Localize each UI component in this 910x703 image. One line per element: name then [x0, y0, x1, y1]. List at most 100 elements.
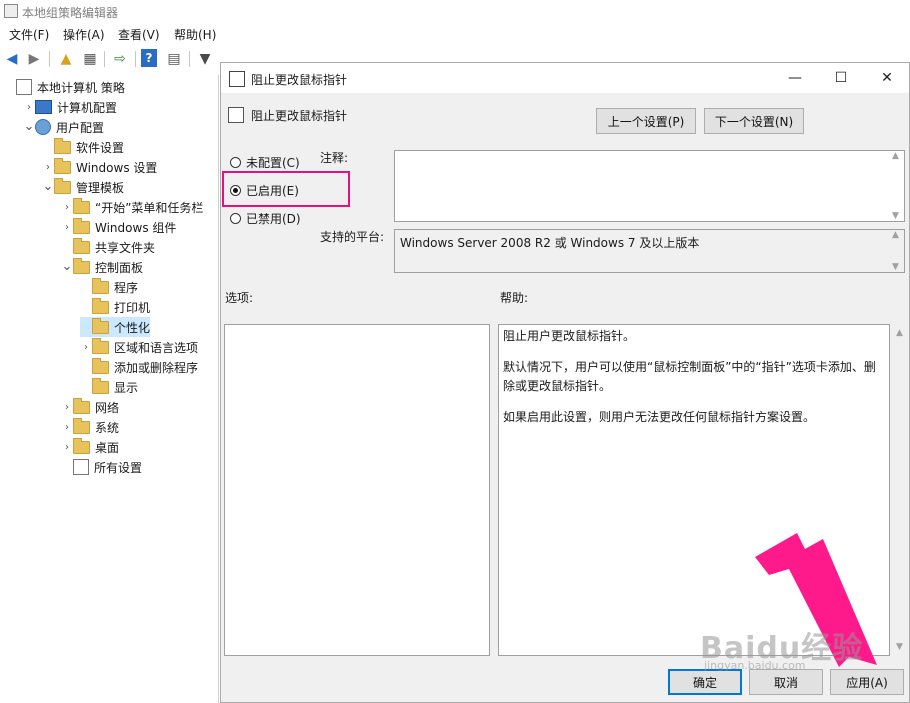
- expand-chevron-icon[interactable]: ›: [61, 442, 73, 453]
- help-paragraph: 如果启用此设置，则用户无法更改任何鼠标指针方案设置。: [503, 410, 816, 424]
- main-title-bar: 本地组策略编辑器: [0, 0, 910, 22]
- next-setting-button[interactable]: 下一个设置(N): [704, 108, 804, 134]
- previous-setting-button[interactable]: 上一个设置(P): [596, 108, 696, 134]
- tree-item[interactable]: › 计算机配置: [23, 97, 117, 117]
- policy-icon: [16, 79, 32, 95]
- tree-item-label: 计算机配置: [57, 100, 118, 115]
- folder-icon: [54, 157, 71, 174]
- supported-scrollbar[interactable]: ▲ ▼: [887, 230, 904, 272]
- options-label: 选项:: [225, 291, 254, 305]
- minimize-button[interactable]: —: [772, 63, 818, 93]
- tree-item-label: 控制面板: [95, 260, 144, 275]
- setting-name: 阻止更改鼠标指针: [251, 109, 348, 123]
- menu-help[interactable]: 帮助(H): [174, 26, 216, 43]
- help-icon[interactable]: ?: [141, 49, 157, 67]
- tree-item[interactable]: › 区域和语言选项: [80, 337, 198, 357]
- apply-button[interactable]: 应用(A): [830, 669, 904, 695]
- filter-icon[interactable]: ▼: [195, 49, 215, 69]
- menu-view[interactable]: 查看(V): [118, 26, 160, 43]
- tree-item[interactable]: 软件设置: [42, 137, 124, 157]
- options-panel: [224, 324, 490, 656]
- close-button[interactable]: ✕: [864, 63, 910, 93]
- tree-item-label: 添加或删除程序: [114, 360, 199, 375]
- supported-platforms-text: Windows Server 2008 R2 或 Windows 7 及以上版本: [400, 236, 700, 250]
- tree-item[interactable]: 共享文件夹: [61, 237, 155, 257]
- tree-item[interactable]: › Windows 设置: [42, 157, 157, 177]
- folder-icon: [73, 237, 90, 254]
- collapse-chevron-icon[interactable]: ⌄: [23, 120, 35, 133]
- back-icon[interactable]: ◀: [2, 49, 22, 69]
- tree-item[interactable]: › 网络: [61, 397, 119, 417]
- comment-scrollbar[interactable]: ▲ ▼: [887, 151, 904, 221]
- up-folder-icon[interactable]: ▲: [56, 49, 76, 69]
- menu-action[interactable]: 操作(A): [63, 26, 105, 43]
- expand-chevron-icon[interactable]: ›: [80, 342, 92, 353]
- tree-item[interactable]: ⌄ 管理模板: [42, 177, 124, 197]
- collapse-chevron-icon[interactable]: ⌄: [61, 260, 73, 273]
- toolbar-separator: [189, 51, 190, 67]
- collapse-chevron-icon[interactable]: ⌄: [42, 180, 54, 193]
- tree-item[interactable]: 添加或删除程序: [80, 357, 198, 377]
- computer-icon: [35, 100, 52, 114]
- cancel-button[interactable]: 取消: [749, 669, 823, 695]
- toolbar-separator: [104, 51, 105, 67]
- menu-file[interactable]: 文件(F): [9, 26, 49, 43]
- tree-item-label: 用户配置: [56, 120, 105, 135]
- tree-item[interactable]: 打印机: [80, 297, 150, 317]
- radio-label: 已禁用(D): [246, 212, 301, 226]
- tree-item[interactable]: ⌄ 用户配置: [23, 117, 104, 137]
- tree-item[interactable]: 显示: [80, 377, 138, 397]
- export-icon[interactable]: ⇨: [110, 49, 130, 69]
- folder-icon: [92, 317, 109, 334]
- folder-icon: [73, 217, 90, 234]
- radio-circle: [230, 213, 241, 224]
- expand-chevron-icon[interactable]: ›: [61, 402, 73, 413]
- dialog-title-bar: 阻止更改鼠标指针 — ☐ ✕: [221, 63, 909, 93]
- folder-icon: [73, 417, 90, 434]
- forward-icon[interactable]: ▶: [24, 49, 44, 69]
- tree-item[interactable]: 个性化: [80, 317, 151, 337]
- policy-setting-icon: [229, 71, 245, 87]
- tree-item[interactable]: 本地计算机 策略: [4, 77, 125, 97]
- folder-icon: [92, 357, 109, 374]
- expand-chevron-icon[interactable]: ›: [61, 222, 73, 233]
- properties-icon[interactable]: ▤: [164, 49, 184, 69]
- folder-icon: [54, 137, 71, 154]
- folder-icon: [92, 377, 109, 394]
- tree-item[interactable]: › 系统: [61, 417, 119, 437]
- enabled-highlight-box: [222, 171, 350, 207]
- help-text-container: 阻止用户更改鼠标指针。 默认情况下，用户可以使用“鼠标控制面板”中的“指针”选项…: [499, 325, 889, 441]
- tree-item[interactable]: ⌄ 控制面板: [61, 257, 143, 277]
- tree-item-label: 区域和语言选项: [114, 340, 199, 355]
- folder-icon: [92, 337, 109, 354]
- expand-chevron-icon[interactable]: ›: [61, 422, 73, 433]
- watermark-url: jingyan.baidu.com: [704, 659, 806, 672]
- tree-item[interactable]: › “开始”菜单和任务栏: [61, 197, 203, 217]
- tree-item-label: 所有设置: [94, 460, 143, 475]
- tree-item[interactable]: › 桌面: [61, 437, 119, 457]
- help-label: 帮助:: [500, 291, 529, 305]
- expand-chevron-icon[interactable]: ›: [42, 162, 54, 173]
- help-scrollbar[interactable]: ▲ ▼: [892, 324, 909, 656]
- maximize-button[interactable]: ☐: [818, 63, 864, 93]
- app-title: 本地组策略编辑器: [22, 6, 119, 20]
- expand-chevron-icon[interactable]: ›: [23, 102, 35, 113]
- radio-not-configured[interactable]: 未配置(C): [230, 154, 300, 171]
- show-hide-tree-icon[interactable]: ▦: [80, 49, 100, 69]
- tree-item-label: 本地计算机 策略: [37, 80, 125, 95]
- tree-item[interactable]: 所有设置: [61, 457, 142, 477]
- tree-item[interactable]: › Windows 组件: [61, 217, 176, 237]
- expand-chevron-icon[interactable]: ›: [61, 202, 73, 213]
- comment-label: 注释:: [320, 151, 349, 165]
- folder-icon: [73, 437, 90, 454]
- supported-label: 支持的平台:: [320, 230, 385, 244]
- ok-button[interactable]: 确定: [668, 669, 742, 695]
- policy-icon: [73, 459, 89, 475]
- help-paragraph: 默认情况下，用户可以使用“鼠标控制面板”中的“指针”选项卡添加、删除或更改鼠标指…: [503, 360, 876, 393]
- menu-bar: 文件(F) 操作(A) 查看(V) 帮助(H): [0, 22, 910, 44]
- radio-disabled[interactable]: 已禁用(D): [230, 210, 301, 227]
- tree-item[interactable]: 程序: [80, 277, 138, 297]
- comment-textarea[interactable]: ▲ ▼: [394, 150, 905, 222]
- tree-item-label: 桌面: [95, 440, 120, 455]
- tree-item-label: 系统: [95, 420, 120, 435]
